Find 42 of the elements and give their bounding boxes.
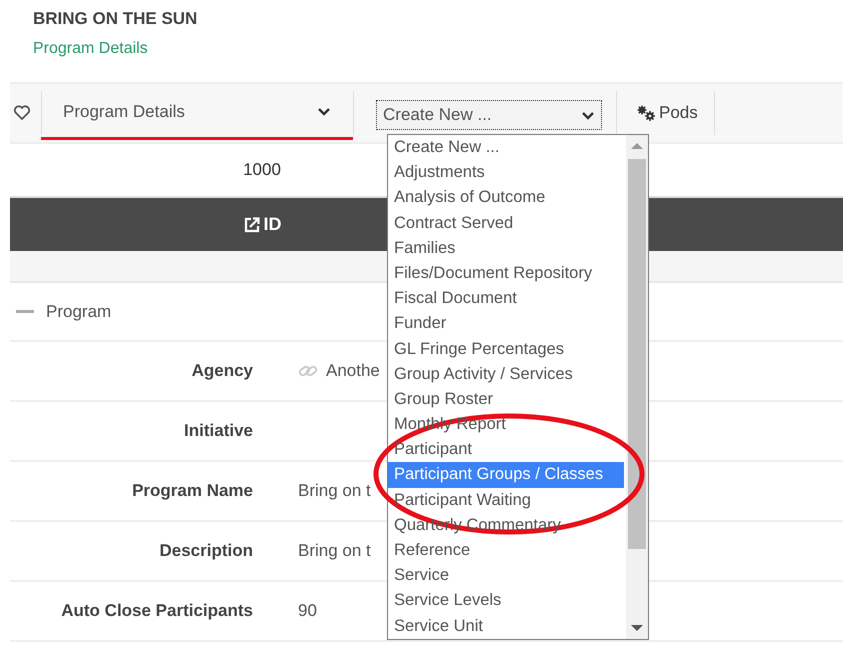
id-value: 1000 — [243, 160, 281, 180]
dropdown-option[interactable]: Group Activity / Services — [388, 362, 624, 387]
view-select[interactable]: Program Details — [41, 86, 353, 140]
field-label: Auto Close Participants — [60, 601, 253, 621]
dropdown-option[interactable]: Service Unit — [388, 614, 624, 639]
field-value: Bring on t — [298, 481, 371, 501]
dropdown-option[interactable]: Files/Document Repository — [388, 260, 624, 286]
create-select[interactable]: Create New ... — [376, 100, 602, 130]
dropdown-option[interactable]: Analysis of Outcome — [388, 185, 624, 211]
dropdown-option[interactable]: Participant Waiting — [388, 488, 624, 513]
dropdown-option[interactable]: Participant Groups / Classes — [388, 462, 624, 488]
field-label: Description — [158, 541, 253, 561]
dropdown-option[interactable]: Reference — [388, 538, 624, 564]
external-link-icon — [242, 216, 260, 234]
dropdown-option[interactable]: Create New ... — [388, 135, 624, 160]
dropdown-option[interactable]: GL Fringe Percentages — [388, 336, 624, 362]
heart-icon[interactable] — [13, 104, 31, 122]
field-label: Agency — [190, 361, 253, 381]
section-title: Program — [46, 302, 112, 322]
collapse-toggle[interactable] — [16, 310, 34, 313]
scrollbar[interactable] — [626, 135, 648, 639]
id-link[interactable]: ID — [242, 214, 282, 235]
dropdown-option[interactable]: Service Levels — [388, 588, 624, 614]
field-value: Anothe — [326, 361, 380, 381]
chevron-icon — [317, 107, 331, 116]
dropdown-option[interactable]: Participant — [388, 437, 624, 462]
field-value: 90 — [298, 601, 317, 621]
breadcrumb-link[interactable]: Program Details — [33, 39, 843, 59]
dropdown-option[interactable]: Contract Served — [388, 210, 624, 236]
field-label: Initiative — [183, 421, 253, 441]
dropdown-option[interactable]: Funder — [388, 311, 624, 336]
chevron-icon — [581, 110, 595, 120]
dropdown-option[interactable]: Adjustments — [388, 160, 624, 186]
dropdown-option[interactable]: Service — [388, 563, 624, 588]
dropdown-option[interactable]: Group Roster — [388, 386, 624, 412]
gears-icon — [637, 105, 655, 121]
pods-button[interactable]: Pods — [617, 93, 714, 133]
dropdown-option[interactable]: Families — [388, 236, 624, 261]
field-value: Bring on t — [298, 541, 371, 561]
dropdown-option[interactable]: Fiscal Document — [388, 286, 624, 312]
page-title: BRING ON THE SUN — [33, 8, 198, 30]
field-label: Program Name — [131, 481, 253, 501]
